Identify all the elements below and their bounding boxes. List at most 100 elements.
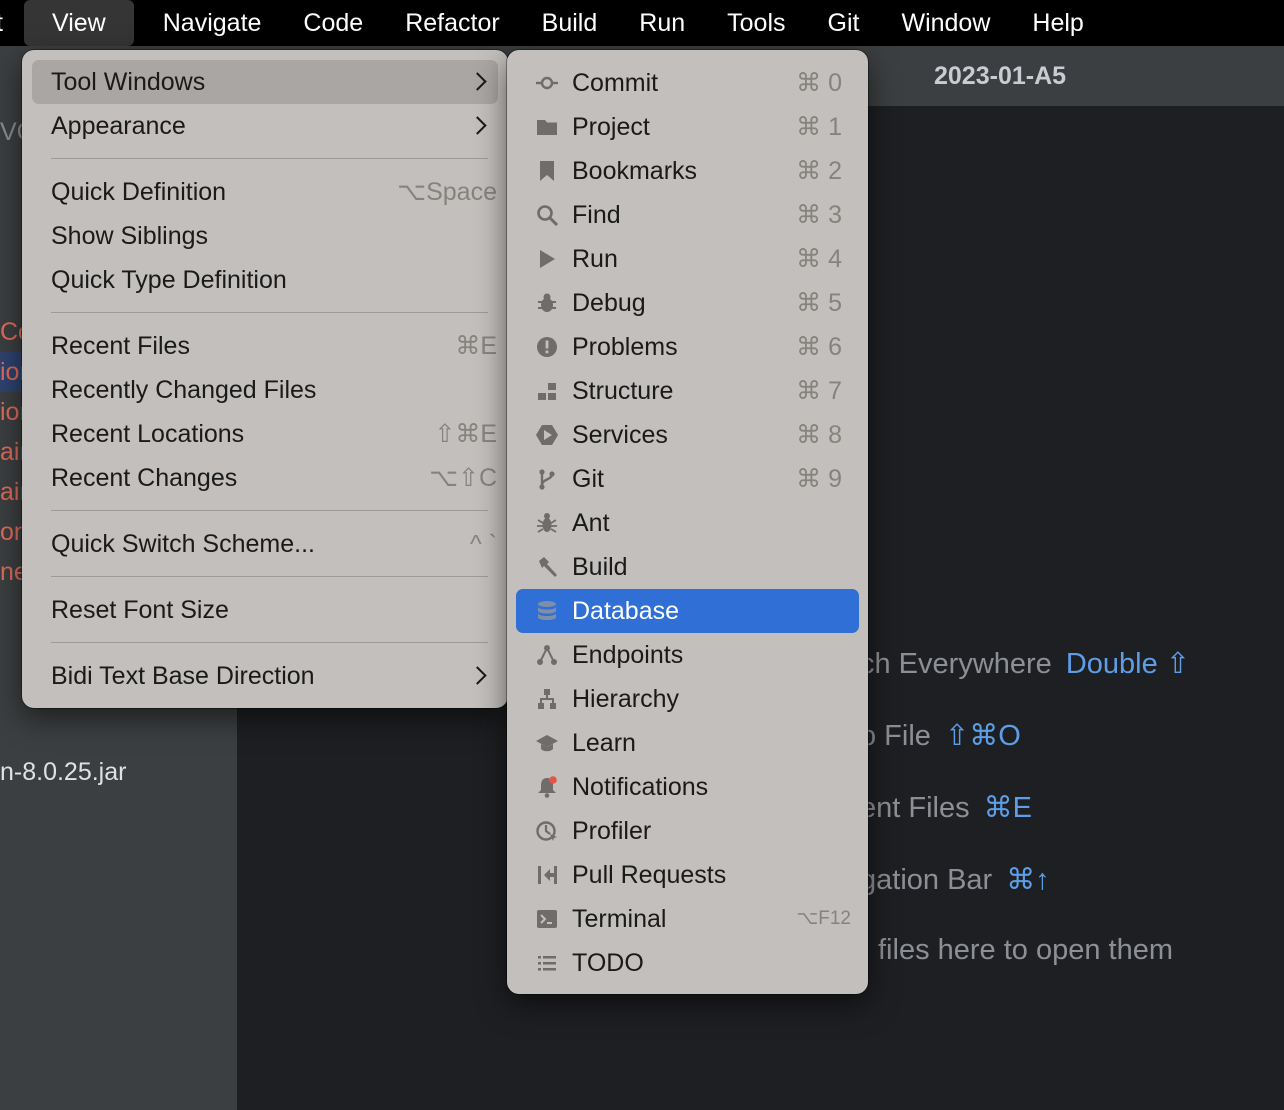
hammer-icon (536, 556, 558, 578)
tool-window-structure[interactable]: Structure ⌘ 7 (516, 369, 859, 413)
menu-item-label: Database (572, 597, 680, 625)
tool-window-profiler[interactable]: Profiler (516, 809, 859, 853)
menu-item-bidi-text-base-direction[interactable]: Bidi Text Base Direction (32, 654, 498, 698)
menu-item-quick-type-definition[interactable]: Quick Type Definition (32, 258, 498, 302)
menu-item-label: Bookmarks (572, 157, 698, 185)
menu-item-label: Tool Windows (51, 68, 206, 96)
menu-view[interactable]: View (24, 0, 134, 46)
tool-window-problems[interactable]: Problems ⌘ 6 (516, 325, 859, 369)
menu-item-recently-changed-files[interactable]: Recently Changed Files (32, 368, 498, 412)
graduation-cap-icon (536, 732, 558, 754)
menu-item-shortcut: ⌘ 4 (796, 245, 842, 273)
menu-item-shortcut: ⌘ 8 (796, 421, 842, 449)
menu-item-recent-changes[interactable]: Recent Changes ⌥⇧C (32, 456, 498, 500)
sidebar-jar-item[interactable]: n-8.0.25.jar (0, 758, 126, 787)
bookmark-icon (536, 160, 558, 182)
menu-item-quick-switch-scheme[interactable]: Quick Switch Scheme... ^ ` (32, 522, 498, 566)
hint-text: ch Everywhere (860, 648, 1052, 680)
menu-help[interactable]: Help (1011, 0, 1104, 46)
view-menu: Tool Windows Appearance Quick Definition… (22, 50, 508, 708)
tool-window-find[interactable]: Find ⌘ 3 (516, 193, 859, 237)
tool-window-commit[interactable]: Commit ⌘ 0 (516, 61, 859, 105)
window-title: 2023-01-A5 (934, 62, 1067, 90)
database-icon (536, 600, 558, 622)
pull-request-icon (536, 864, 558, 886)
menu-item-label: TODO (572, 949, 644, 977)
tool-window-ant[interactable]: Ant (516, 501, 859, 545)
menu-item-recent-locations[interactable]: Recent Locations ⇧⌘E (32, 412, 498, 456)
menu-item-appearance[interactable]: Appearance (32, 104, 498, 148)
menu-item-label: Reset Font Size (51, 596, 229, 624)
menu-item-label: Appearance (51, 112, 186, 140)
menu-edit-cut[interactable]: t (0, 0, 10, 46)
menu-build[interactable]: Build (521, 0, 619, 46)
tool-window-terminal[interactable]: Terminal ⌥F12 (516, 897, 859, 941)
hint-recent-files: ent Files ⌘E (860, 790, 1032, 825)
menu-item-shortcut: ⌥⇧C (429, 464, 497, 492)
menu-item-label: Quick Definition (51, 178, 227, 206)
tool-window-database[interactable]: Database (516, 589, 859, 633)
tool-window-run[interactable]: Run ⌘ 4 (516, 237, 859, 281)
menu-item-shortcut: ^ ` (469, 530, 497, 558)
tool-window-learn[interactable]: Learn (516, 721, 859, 765)
menu-item-label: Debug (572, 289, 646, 317)
menu-item-recent-files[interactable]: Recent Files ⌘E (32, 324, 498, 368)
commit-icon (536, 72, 558, 94)
hint-text: gation Bar (860, 864, 993, 896)
menu-run[interactable]: Run (618, 0, 706, 46)
menu-separator (51, 312, 488, 313)
bell-icon (536, 776, 558, 798)
menu-item-quick-definition[interactable]: Quick Definition ⌥Space (32, 170, 498, 214)
tool-window-pull-requests[interactable]: Pull Requests (516, 853, 859, 897)
bug-icon (536, 292, 558, 314)
menu-item-label: Pull Requests (572, 861, 727, 889)
tool-windows-submenu: Commit ⌘ 0 Project ⌘ 1 Bookmarks ⌘ 2 Find ⌘ … (507, 50, 868, 994)
tool-window-git[interactable]: Git ⌘ 9 (516, 457, 859, 501)
menu-tools[interactable]: Tools (706, 0, 806, 46)
menu-refactor[interactable]: Refactor (384, 0, 520, 46)
tool-window-bookmarks[interactable]: Bookmarks ⌘ 2 (516, 149, 859, 193)
endpoints-icon (536, 644, 558, 666)
menu-item-label: Show Siblings (51, 222, 209, 250)
hint-search-everywhere: ch Everywhere Double ⇧ (860, 646, 1190, 681)
menu-code[interactable]: Code (282, 0, 384, 46)
menu-item-label: Git (572, 465, 604, 493)
tool-window-todo[interactable]: TODO (516, 941, 859, 985)
hint-text: files here to open them (878, 934, 1174, 966)
menu-item-label: Project (572, 113, 650, 141)
menu-item-label: Notifications (572, 773, 709, 801)
menu-item-label: Problems (572, 333, 678, 361)
menu-item-shortcut: ⌘E (455, 332, 497, 360)
services-icon (536, 424, 558, 446)
menu-item-label: Learn (572, 729, 636, 757)
tool-window-hierarchy[interactable]: Hierarchy (516, 677, 859, 721)
hint-key: Double ⇧ (1065, 648, 1191, 680)
hint-key: ⌘E (983, 792, 1032, 824)
menu-separator (51, 576, 488, 577)
menu-separator (51, 510, 488, 511)
structure-icon (536, 380, 558, 402)
hierarchy-icon (536, 688, 558, 710)
menu-item-label: Run (572, 245, 618, 273)
menu-bar: t View Navigate Code Refactor Build Run … (0, 0, 1284, 46)
chevron-right-icon (468, 116, 487, 135)
menu-separator (51, 158, 488, 159)
menu-separator (51, 642, 488, 643)
menu-item-label: Services (572, 421, 668, 449)
tool-window-build[interactable]: Build (516, 545, 859, 589)
menu-git[interactable]: Git (807, 0, 881, 46)
menu-item-tool-windows[interactable]: Tool Windows (32, 60, 498, 104)
menu-item-reset-font-size[interactable]: Reset Font Size (32, 588, 498, 632)
tool-window-debug[interactable]: Debug ⌘ 5 (516, 281, 859, 325)
search-icon (536, 204, 558, 226)
menu-item-label: Profiler (572, 817, 652, 845)
menu-window[interactable]: Window (880, 0, 1011, 46)
menu-navigate[interactable]: Navigate (142, 0, 283, 46)
menu-item-shortcut: ⌘ 1 (796, 113, 842, 141)
tool-window-endpoints[interactable]: Endpoints (516, 633, 859, 677)
tool-window-project[interactable]: Project ⌘ 1 (516, 105, 859, 149)
tool-window-services[interactable]: Services ⌘ 8 (516, 413, 859, 457)
menu-item-shortcut: ⌘ 7 (796, 377, 842, 405)
menu-item-show-siblings[interactable]: Show Siblings (32, 214, 498, 258)
tool-window-notifications[interactable]: Notifications (516, 765, 859, 809)
